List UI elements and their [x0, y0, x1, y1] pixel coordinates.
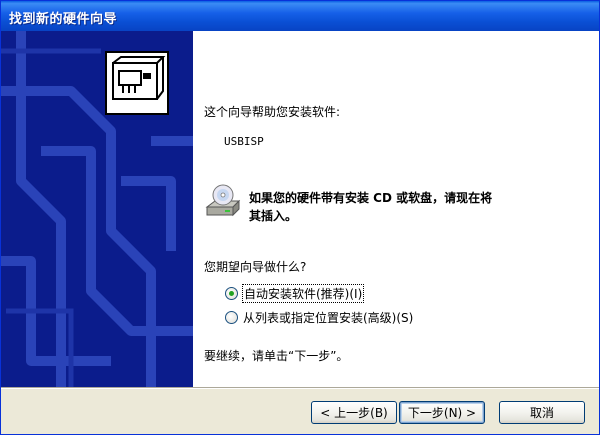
cd-drive-icon	[205, 183, 241, 219]
radio-list-install[interactable]	[225, 311, 238, 324]
title-bar[interactable]: 找到新的硬件向导	[1, 1, 599, 31]
next-button[interactable]: 下一步(N) >	[399, 401, 485, 424]
cd-prompt-line2: 其插入。	[249, 209, 298, 223]
option-list-install-label[interactable]: 从列表或指定位置安装(高级)(S)	[243, 309, 413, 326]
wizard-window: 找到新的硬件向导 这个向导帮助您安装软件: USBISP 如果您的硬件带有安装 …	[0, 0, 600, 435]
question-text: 您期望向导做什么?	[204, 260, 307, 274]
option-list-install[interactable]: 从列表或指定位置安装(高级)(S)	[225, 309, 413, 326]
cancel-button[interactable]: 取消	[499, 401, 585, 424]
option-auto-install-label[interactable]: 自动安装软件(推荐)(I)	[241, 284, 365, 303]
wizard-content: 这个向导帮助您安装软件: USBISP 如果您的硬件带有安装 CD 或软盘，请现…	[193, 31, 599, 387]
radio-auto-install[interactable]	[225, 287, 238, 300]
back-button[interactable]: < 上一步(B)	[311, 401, 397, 424]
footer-divider	[1, 387, 599, 389]
device-name: USBISP	[224, 135, 264, 148]
hardware-card-icon	[105, 51, 169, 115]
intro-text: 这个向导帮助您安装软件:	[204, 105, 341, 119]
cd-prompt-line1: 如果您的硬件带有安装 CD 或软盘，请现在将	[249, 191, 493, 205]
option-auto-install[interactable]: 自动安装软件(推荐)(I)	[225, 284, 365, 303]
wizard-sidebar	[1, 31, 193, 387]
window-title: 找到新的硬件向导	[9, 12, 118, 27]
continue-text: 要继续，请单击“下一步”。	[204, 349, 349, 363]
